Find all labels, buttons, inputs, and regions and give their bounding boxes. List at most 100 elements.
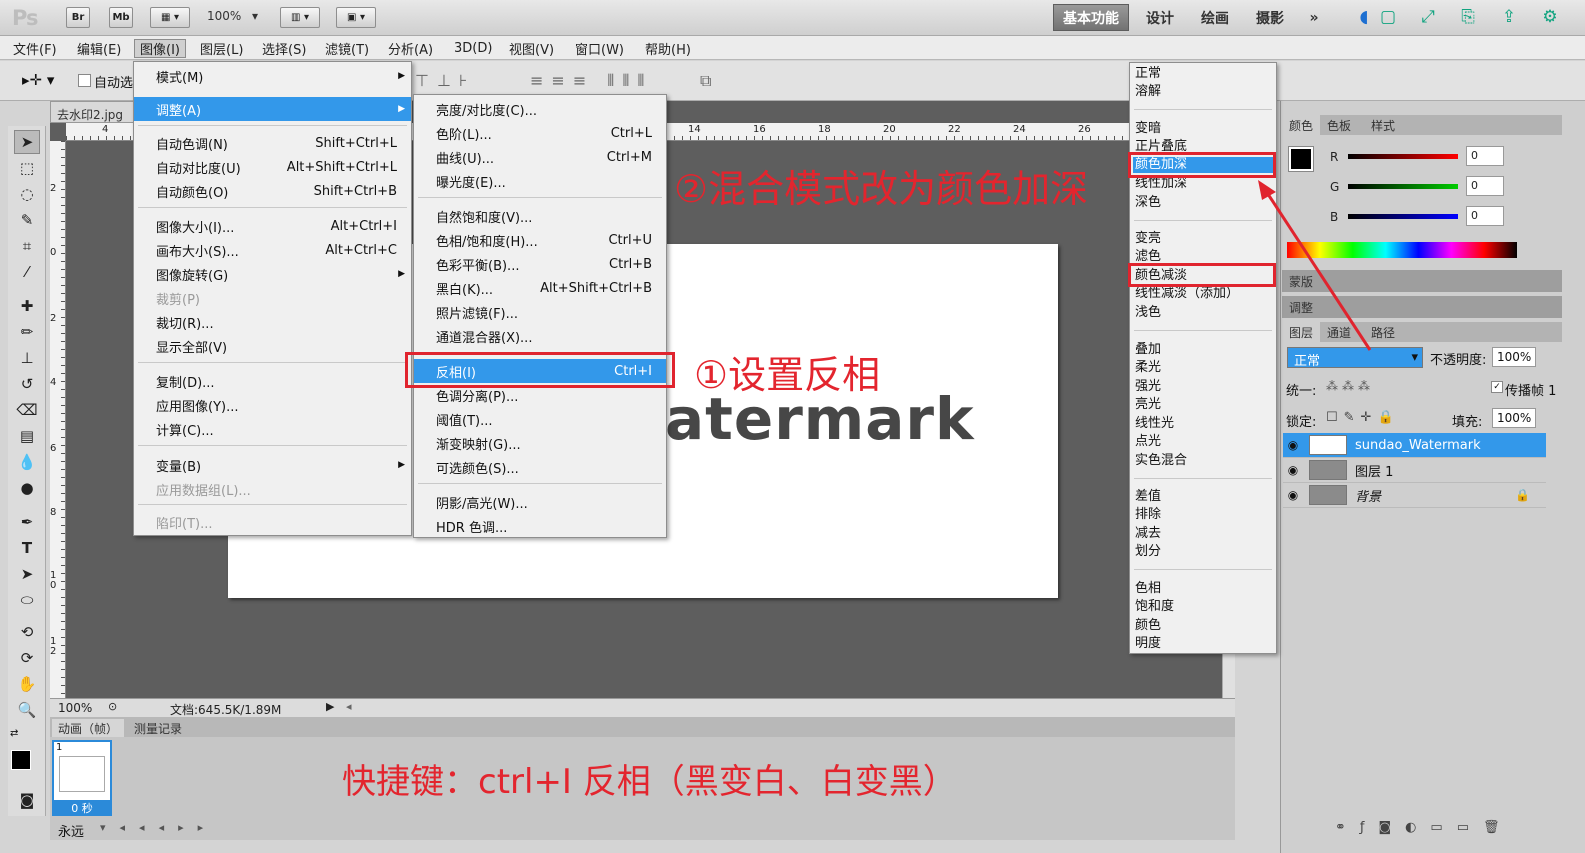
bridge-button[interactable]: Br — [66, 7, 90, 28]
blend-option[interactable]: 减去 — [1135, 526, 1161, 542]
clone-stamp-tool-icon[interactable]: ⊥ — [14, 346, 40, 370]
menu-item-auto-tone[interactable]: 自动色调(N) Shift+Ctrl+L — [134, 131, 411, 155]
save-icon[interactable]: ⎘ — [1456, 5, 1480, 29]
blend-option[interactable]: 划分 — [1135, 544, 1161, 560]
cs-live-icon[interactable]: ◖ — [1352, 5, 1376, 29]
blend-option[interactable]: 溶解 — [1135, 84, 1161, 100]
menu-analysis[interactable]: 分析(A) — [383, 39, 438, 58]
status-zoom[interactable]: 100% — [58, 701, 92, 715]
menu-item-channel-mixer[interactable]: 通道混合器(X)... — [414, 324, 666, 348]
blend-option[interactable]: 正常 — [1135, 66, 1161, 82]
document-tab[interactable]: 去水印2.jpg — [50, 101, 135, 123]
blend-option[interactable]: 浅色 — [1135, 305, 1161, 321]
history-brush-tool-icon[interactable]: ↺ — [14, 372, 40, 396]
menu-item-black-white[interactable]: 黑白(K)... Alt+Shift+Ctrl+B — [414, 276, 666, 300]
workspace-painting[interactable]: 绘画 — [1193, 4, 1237, 31]
menu-select[interactable]: 选择(S) — [257, 39, 311, 58]
marquee-tool-icon[interactable]: ⬚ — [14, 156, 40, 180]
menu-edit[interactable]: 编辑(E) — [72, 39, 126, 58]
blur-tool-icon[interactable]: 💧 — [14, 450, 40, 474]
workspace-design[interactable]: 设计 — [1140, 4, 1180, 31]
frame-delay[interactable]: 0 秒 — [54, 800, 110, 815]
tab-styles[interactable]: 样式 — [1364, 115, 1402, 135]
blend-option[interactable]: 深色 — [1135, 195, 1161, 211]
blend-option[interactable]: 实色混合 — [1135, 453, 1187, 469]
menu-item-curves[interactable]: 曲线(U)... Ctrl+M — [414, 145, 666, 169]
blend-option[interactable]: 色相 — [1135, 581, 1161, 597]
unify-icons[interactable]: ⁂⁂⁂ — [1326, 379, 1374, 393]
tab-swatches[interactable]: 色板 — [1320, 115, 1358, 135]
zoom-dropdown-icon[interactable]: ▾ — [252, 9, 258, 23]
tab-animation-frames[interactable]: 动画（帧） — [52, 719, 125, 737]
ellipse-tool-icon[interactable]: ⬭ — [14, 588, 40, 612]
menu-item-gradient-map[interactable]: 渐变映射(G)... — [414, 431, 666, 455]
blend-option[interactable]: 叠加 — [1135, 342, 1161, 358]
mini-bridge-button[interactable]: Mb — [109, 7, 133, 28]
type-tool-icon[interactable]: T — [14, 536, 40, 560]
layer-name[interactable]: sundao_Watermark — [1355, 438, 1481, 453]
layer-name[interactable]: 图层 1 — [1355, 461, 1393, 480]
layers-panel-footer-icons[interactable]: ⚭ƒ◙◐▭▭🗑 — [1335, 820, 1514, 835]
menu-item-exposure[interactable]: 曝光度(E)... — [414, 169, 666, 193]
menu-help[interactable]: 帮助(H) — [640, 39, 696, 58]
layer-row[interactable]: ◉ 图层 1 — [1283, 458, 1546, 483]
menu-item-color-balance[interactable]: 色彩平衡(B)... Ctrl+B — [414, 252, 666, 276]
blend-option[interactable]: 排除 — [1135, 507, 1161, 523]
menu-layer[interactable]: 图层(L) — [195, 39, 248, 58]
3d-rotate-tool-icon[interactable]: ⟲ — [14, 620, 40, 644]
menu-item-auto-contrast[interactable]: 自动对比度(U) Alt+Shift+Ctrl+L — [134, 155, 411, 179]
menu-item-variables[interactable]: 变量(B) ▶ — [134, 453, 411, 477]
red-value[interactable]: 0 — [1466, 146, 1504, 166]
tab-measurement-log[interactable]: 测量记录 — [128, 719, 188, 737]
blend-option[interactable]: 强光 — [1135, 379, 1161, 395]
blend-option[interactable]: 饱和度 — [1135, 599, 1174, 615]
hand-tool-icon[interactable]: ✋ — [14, 672, 40, 696]
swap-colors-icon[interactable]: ⇄ — [10, 728, 18, 739]
menu-item-photo-filter[interactable]: 照片滤镜(F)... — [414, 300, 666, 324]
animation-frame-1[interactable]: 1 0 秒 — [52, 740, 112, 816]
crop-tool-icon[interactable]: ⌗ — [14, 234, 40, 258]
fullscreen-icon[interactable]: ⤢ — [1416, 5, 1440, 29]
scroll-left-icon[interactable]: ◂ — [346, 700, 352, 713]
blend-option[interactable]: 明度 — [1135, 636, 1161, 652]
menu-item-hue-saturation[interactable]: 色相/饱和度(H)... Ctrl+U — [414, 228, 666, 252]
green-value[interactable]: 0 — [1466, 176, 1504, 196]
menu-item-image-size[interactable]: 图像大小(I)... Alt+Ctrl+I — [134, 214, 411, 238]
menu-item-apply-image[interactable]: 应用图像(Y)... — [134, 393, 411, 417]
playback-controls[interactable]: ▾◂◂◂▸▸ — [100, 821, 217, 834]
menu-filter[interactable]: 滤镜(T) — [320, 39, 374, 58]
zoom-tool-icon[interactable]: 🔍 — [14, 698, 40, 722]
foreground-color-swatch[interactable] — [11, 750, 31, 770]
menu-view[interactable]: 视图(V) — [504, 39, 559, 58]
more-workspaces-button[interactable]: » — [1300, 4, 1328, 31]
blend-option[interactable]: 线性加深 — [1135, 176, 1187, 192]
lock-icons[interactable]: ☐✎✛🔒 — [1326, 410, 1400, 425]
lasso-tool-icon[interactable]: ◌ — [14, 182, 40, 206]
menu-item-selective-color[interactable]: 可选颜色(S)... — [414, 455, 666, 479]
settings-icon[interactable]: ⚙ — [1538, 5, 1562, 29]
menu-item-threshold[interactable]: 阈值(T)... — [414, 407, 666, 431]
opacity-input[interactable]: 100% — [1492, 347, 1536, 367]
blend-option[interactable]: 差值 — [1135, 489, 1161, 505]
menu-image[interactable]: 图像(I) — [134, 39, 186, 58]
menu-item-reveal-all[interactable]: 显示全部(V) — [134, 334, 411, 358]
auto-select-checkbox[interactable] — [78, 74, 91, 87]
menu-item-levels[interactable]: 色阶(L)... Ctrl+L — [414, 121, 666, 145]
move-tool-preset-icon[interactable]: ▸✛ ▾ — [22, 71, 54, 89]
blend-option[interactable]: 颜色 — [1135, 618, 1161, 634]
pen-tool-icon[interactable]: ✒ — [14, 510, 40, 534]
eyedropper-tool-icon[interactable]: ⁄ — [14, 260, 40, 284]
brush-tool-icon[interactable]: ✏ — [14, 320, 40, 344]
distribute-icons[interactable]: ≡≡≡ ⦀⦀⦀ — [530, 71, 652, 91]
menu-item-vibrance[interactable]: 自然饱和度(V)... — [414, 204, 666, 228]
dodge-tool-icon[interactable]: ● — [14, 476, 40, 500]
menu-file[interactable]: 文件(F) — [8, 39, 62, 58]
menu-window[interactable]: 窗口(W) — [570, 39, 629, 58]
zoom-level[interactable]: 100% — [207, 9, 241, 23]
blend-option[interactable]: 线性减淡（添加） — [1135, 286, 1239, 302]
color-foreground-swatch[interactable] — [1288, 146, 1314, 172]
layer-name[interactable]: 背景 — [1355, 486, 1381, 505]
share-icon[interactable]: ⇪ — [1497, 5, 1521, 29]
status-menu-arrow-icon[interactable]: ▶ — [326, 700, 334, 713]
menu-item-adjustments[interactable]: 调整(A) ▶ — [134, 97, 411, 121]
